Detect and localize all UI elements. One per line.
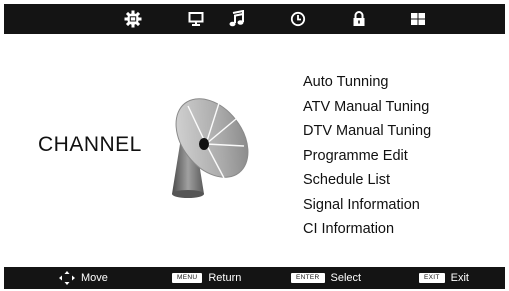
hint-select-label: Select — [330, 272, 362, 284]
channel-menu: Auto Tunning ATV Manual Tuning DTV Manua… — [303, 70, 431, 242]
menu-item-atv-manual-tuning[interactable]: ATV Manual Tuning — [303, 95, 431, 120]
menu-item-schedule-list[interactable]: Schedule List — [303, 168, 431, 193]
monitor-icon — [188, 12, 204, 26]
bottom-hint-bar: Move MENU Return ENTER Select EXIT Exit — [4, 267, 505, 289]
tab-picture-settings[interactable] — [114, 4, 152, 34]
hint-return-label: Return — [208, 272, 242, 284]
four-way-arrow-icon — [59, 271, 75, 285]
exit-key-badge: EXIT — [419, 273, 445, 283]
tab-time[interactable] — [279, 4, 317, 34]
menu-key-badge: MENU — [172, 273, 203, 283]
music-note-icon — [229, 10, 244, 27]
hint-move-label: Move — [81, 272, 108, 284]
hint-move: Move — [59, 267, 108, 289]
menu-item-ci-information[interactable]: CI Information — [303, 217, 431, 242]
top-menu-bar — [4, 4, 505, 34]
tv-menu-screen: CHANNEL Auto Tunning ATV Manual Tuning D… — [0, 0, 509, 291]
picture-gear-icon — [124, 10, 142, 28]
menu-item-auto-tuning[interactable]: Auto Tunning — [303, 70, 431, 95]
hint-exit-label: Exit — [450, 272, 469, 284]
enter-key-badge: ENTER — [291, 273, 325, 283]
section-title: CHANNEL — [38, 133, 142, 156]
menu-item-programme-edit[interactable]: Programme Edit — [303, 144, 431, 169]
menu-item-dtv-manual-tuning[interactable]: DTV Manual Tuning — [303, 119, 431, 144]
hint-return: MENU Return — [172, 267, 241, 289]
tab-sound[interactable] — [217, 4, 255, 34]
hint-exit: EXIT Exit — [419, 267, 469, 289]
clock-icon — [290, 11, 306, 27]
hint-select: ENTER Select — [291, 267, 361, 289]
menu-item-signal-information[interactable]: Signal Information — [303, 193, 431, 218]
tab-setup[interactable] — [399, 4, 437, 34]
tab-screen[interactable] — [177, 4, 215, 34]
windows-grid-icon — [411, 13, 425, 25]
tab-lock[interactable] — [340, 4, 378, 34]
satellite-dish-icon — [172, 98, 249, 198]
lock-icon — [353, 11, 365, 26]
